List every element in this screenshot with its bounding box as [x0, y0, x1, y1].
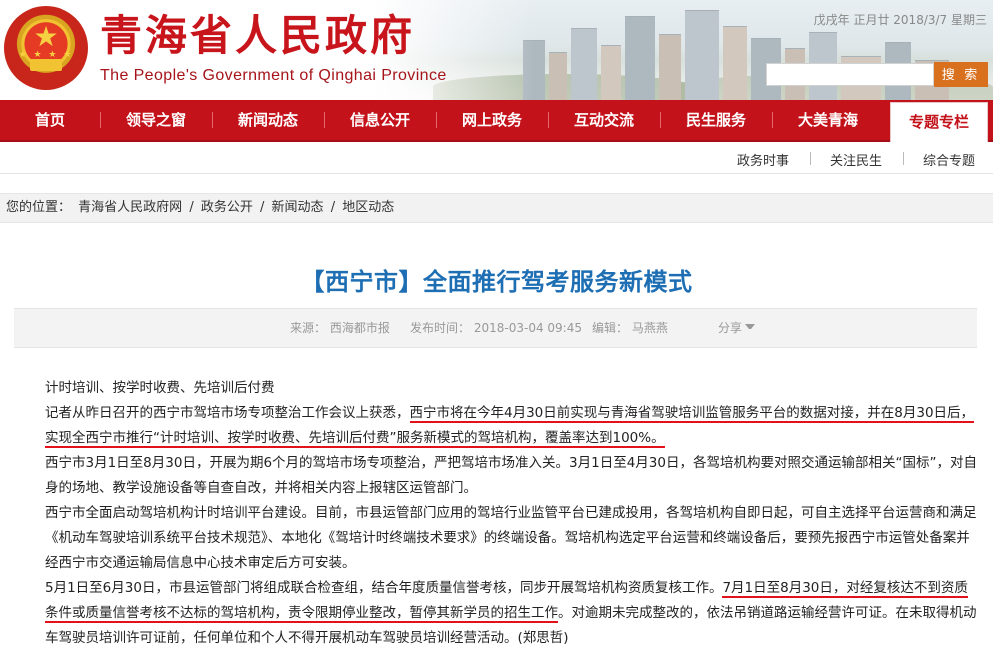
- share-label: 分享: [718, 321, 743, 335]
- search-button[interactable]: 搜 索: [934, 62, 988, 87]
- main-nav: 首页 领导之窗 新闻动态 信息公开 网上政务 互动交流 民生服务 大美青海 专题…: [0, 100, 993, 144]
- subnav-item-topics[interactable]: 综合专题: [923, 150, 975, 169]
- subnav-item-affairs[interactable]: 政务时事: [737, 150, 789, 169]
- lunar-date: 戊戌年 正月廿 2018/3/7 星期三: [813, 13, 987, 27]
- site-subtitle: The People's Government of Qinghai Provi…: [100, 67, 447, 84]
- paragraph-2: 记者从昨日召开的西宁市驾培市场专项整治工作会议上获悉，西宁市将在今年4月30日前…: [20, 401, 977, 451]
- nav-item-home[interactable]: 首页: [14, 100, 86, 140]
- site-header: ★ ★ ★ ★ ★ 青海省人民政府 The People's Governmen…: [0, 0, 993, 100]
- nav-item-interaction[interactable]: 互动交流: [564, 100, 644, 140]
- breadcrumb-prefix: 您的位置：: [6, 200, 72, 215]
- source-label: 来源：: [290, 321, 327, 335]
- national-emblem-icon: ★ ★ ★ ★ ★: [4, 6, 88, 90]
- nav-item-leaders[interactable]: 领导之窗: [116, 100, 196, 140]
- search-input[interactable]: [766, 63, 934, 86]
- article-title: 【西宁市】全面推行驾考服务新模式: [300, 268, 693, 296]
- chevron-down-icon: [745, 323, 756, 334]
- time-value: 2018-03-04 09:45: [473, 321, 582, 335]
- time-label: 发布时间：: [410, 321, 471, 335]
- breadcrumb-item-home[interactable]: 青海省人民政府网: [78, 200, 182, 215]
- article-signature: (郑思哲): [517, 630, 569, 646]
- p5-lead: 5月1日至6月30日，市县运管部门将组成联合检查组，结合年度质量信誉考核，同步开…: [45, 580, 723, 596]
- source-value: 西海都市报: [329, 321, 390, 335]
- editor-value: 马燕燕: [631, 321, 668, 335]
- subnav-item-livelihood[interactable]: 关注民生: [830, 150, 882, 169]
- breadcrumb-separator: /: [189, 200, 194, 215]
- p5-highlight-1: 7月1日至8月30日，对经复核达不到: [722, 580, 941, 598]
- nav-item-e-gov[interactable]: 网上政务: [452, 100, 532, 140]
- article-meta: 来源： 西海都市报 发布时间： 2018-03-04 09:45 编辑： 马燕燕…: [14, 308, 977, 348]
- site-title: 青海省人民政府: [100, 11, 416, 60]
- breadcrumb: 您的位置： 青海省人民政府网 / 政务公开 / 新闻动态 / 地区动态: [0, 193, 993, 223]
- breadcrumb-separator: /: [330, 200, 336, 215]
- paragraph-4: 西宁市全面启动驾培机构计时培训平台建设。目前，市县运管部门应用的驾培行业监管平台…: [45, 505, 977, 571]
- share-button[interactable]: 分享: [718, 309, 756, 347]
- breadcrumb-item-news[interactable]: 新闻动态: [272, 200, 324, 215]
- editor-label: 编辑：: [592, 321, 629, 335]
- nav-item-info-open[interactable]: 信息公开: [340, 100, 420, 140]
- sub-nav: 政务时事 关注民生 综合专题: [0, 142, 993, 174]
- nav-item-qinghai[interactable]: 大美青海: [788, 100, 868, 140]
- p2-highlight-1: 西宁市将在今年4月30日前实现与青海省驾驶培训监管服务平台的数据对接，并在8月3…: [409, 405, 934, 423]
- breadcrumb-item-local[interactable]: 地区动态: [342, 200, 394, 215]
- p2-lead: 记者从昨日召开的西宁市驾培市场专项整治工作会议上获悉，: [45, 405, 410, 421]
- nav-item-services[interactable]: 民生服务: [676, 100, 756, 140]
- paragraph-5: 5月1日至6月30日，市县运管部门将组成联合检查组，结合年度质量信誉考核，同步开…: [20, 576, 977, 651]
- nav-item-news[interactable]: 新闻动态: [228, 100, 308, 140]
- nav-item-special[interactable]: 专题专栏: [890, 102, 988, 144]
- breadcrumb-separator: /: [260, 200, 265, 215]
- breadcrumb-item-open[interactable]: 政务公开: [201, 200, 253, 215]
- article-body: 计时培训、按学时收费、先培训后付费 记者从昨日召开的西宁市驾培市场专项整治工作会…: [20, 376, 977, 651]
- paragraph-1: 计时培训、按学时收费、先培训后付费: [45, 380, 275, 396]
- paragraph-3: 西宁市3月1日至8月30日，开展为期6个月的驾培市场专项整治，严把驾培市场准入关…: [45, 455, 977, 496]
